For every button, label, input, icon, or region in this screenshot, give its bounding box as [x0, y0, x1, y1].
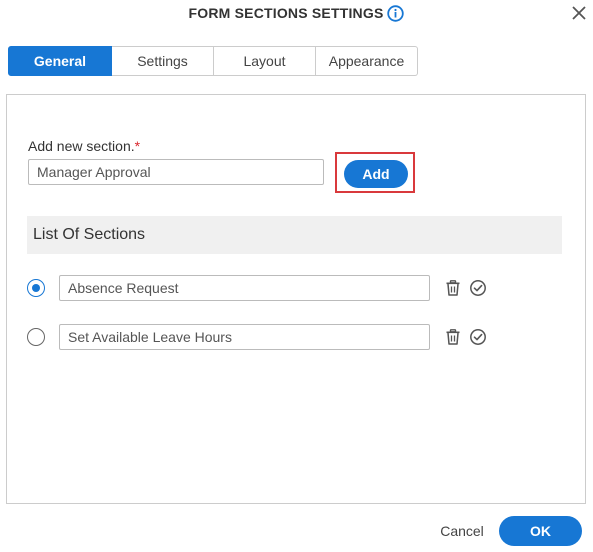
tab-general[interactable]: General	[8, 46, 112, 76]
section-radio[interactable]	[27, 328, 45, 346]
required-marker: *	[134, 138, 141, 154]
check-circle-icon[interactable]	[469, 279, 487, 297]
form-sections-settings-dialog: FORM SECTIONS SETTINGS General Settings …	[0, 0, 593, 552]
section-radio-selected[interactable]	[27, 279, 45, 297]
add-new-section-label-text: Add new section.	[28, 138, 135, 154]
close-icon[interactable]	[570, 4, 588, 22]
add-button[interactable]: Add	[344, 160, 408, 188]
add-button-highlight: Add	[335, 152, 415, 193]
info-icon[interactable]	[387, 5, 405, 22]
tab-settings[interactable]: Settings	[112, 46, 214, 76]
tab-layout[interactable]: Layout	[214, 46, 316, 76]
section-name-input[interactable]	[59, 324, 430, 350]
dialog-header: FORM SECTIONS SETTINGS	[0, 0, 593, 28]
trash-icon[interactable]	[444, 328, 462, 346]
dialog-title: FORM SECTIONS SETTINGS	[0, 4, 593, 22]
section-name-input[interactable]	[59, 275, 430, 301]
tab-appearance[interactable]: Appearance	[316, 46, 418, 76]
list-of-sections-header: List Of Sections	[27, 216, 562, 254]
add-new-section-label: Add new section.*	[28, 138, 140, 154]
trash-icon[interactable]	[444, 279, 462, 297]
radio-dot	[31, 283, 40, 292]
section-row	[27, 324, 497, 350]
section-row	[27, 275, 497, 301]
check-circle-icon[interactable]	[469, 328, 487, 346]
new-section-input[interactable]	[28, 159, 324, 185]
ok-button[interactable]: OK	[499, 516, 582, 546]
general-panel: Add new section.* Add List Of Sections	[6, 94, 586, 504]
settings-tabs: General Settings Layout Appearance	[8, 46, 418, 76]
cancel-button[interactable]: Cancel	[431, 517, 493, 545]
dialog-title-text: FORM SECTIONS SETTINGS	[188, 5, 384, 21]
